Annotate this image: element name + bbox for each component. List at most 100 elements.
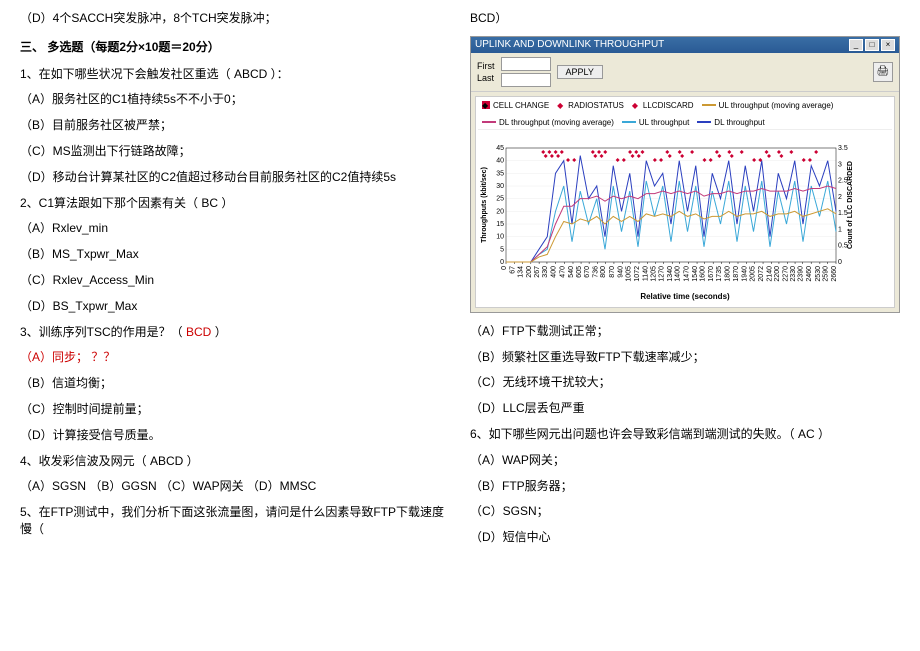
- svg-text:200: 200: [526, 266, 533, 278]
- svg-text:Throughputs (kbit/sec): Throughputs (kbit/sec): [481, 167, 488, 243]
- window-controls: _ □ ×: [849, 39, 895, 51]
- q2c: （C）Rxlev_Access_Min: [20, 272, 450, 289]
- q2b: （B）MS_Txpwr_Max: [20, 246, 450, 263]
- svg-text:330: 330: [542, 266, 549, 278]
- q5a: （A）FTP下载测试正常；: [470, 323, 900, 340]
- q3-text: 3、训练序列TSC的作用是？（: [20, 325, 186, 339]
- close-icon[interactable]: ×: [881, 39, 895, 51]
- svg-text:1205: 1205: [650, 266, 657, 282]
- legend-llc-discard: ◆LLCDISCARD: [632, 101, 694, 110]
- svg-text:15: 15: [496, 221, 504, 228]
- svg-text:1870: 1870: [733, 266, 740, 282]
- svg-text:1670: 1670: [708, 266, 715, 282]
- svg-text:1800: 1800: [724, 266, 731, 282]
- chart-window: UPLINK AND DOWNLINK THROUGHPUT _ □ × Fir…: [470, 36, 900, 313]
- svg-text:2390: 2390: [798, 266, 805, 282]
- svg-text:1: 1: [838, 226, 842, 233]
- last-input[interactable]: [501, 73, 551, 87]
- print-icon[interactable]: 🖨: [873, 62, 893, 82]
- legend-dl-ma-label: DL throughput (moving average): [499, 118, 614, 127]
- chart-titlebar: UPLINK AND DOWNLINK THROUGHPUT _ □ ×: [471, 37, 899, 53]
- svg-text:134: 134: [518, 266, 525, 278]
- legend-dl-ma: DL throughput (moving average): [482, 118, 614, 127]
- svg-text:1600: 1600: [699, 266, 706, 282]
- q3: 3、训练序列TSC的作用是？（ BCD ）: [20, 324, 450, 341]
- q1c: （C）MS监测出下行链路故障；: [20, 143, 450, 160]
- legend-cell-change-label: CELL CHANGE: [493, 101, 549, 110]
- svg-text:940: 940: [618, 266, 625, 278]
- first-input[interactable]: [501, 57, 551, 71]
- svg-text:0: 0: [500, 259, 504, 266]
- q5: 5、在FTP测试中，我们分析下面这张流量图，请问是什么因素导致FTP下载速度慢（: [20, 504, 450, 538]
- svg-text:2460: 2460: [806, 266, 813, 282]
- q2: 2、C1算法跟如下那个因素有关（ BC ）: [20, 195, 450, 212]
- q3-bcd: BCD: [186, 325, 215, 339]
- svg-text:2330: 2330: [790, 266, 797, 282]
- chart-legend: ◆CELL CHANGE ◆RADIOSTATUS ◆LLCDISCARD UL…: [478, 99, 892, 130]
- first-field: First Last: [477, 61, 495, 83]
- svg-text:1340: 1340: [667, 266, 674, 282]
- svg-text:2005: 2005: [750, 266, 757, 282]
- left-column: （D）4个SACCH突发脉冲，8个TCH突发脉冲； 三、 多选题（每题2分×10…: [0, 0, 460, 651]
- svg-text:800: 800: [600, 266, 607, 278]
- q6a: （A）WAP网关；: [470, 452, 900, 469]
- q6: 6、如下哪些网元出问题也许会导致彩信端到端测试的失败。（ AC ）: [470, 426, 900, 443]
- svg-text:Count of LLC DISCARDED: Count of LLC DISCARDED: [847, 161, 854, 249]
- apply-button[interactable]: APPLY: [557, 65, 603, 79]
- legend-radio-status-label: RADIOSTATUS: [568, 101, 624, 110]
- q1d: （D）移动台计算某社区的C2值超过移动台目前服务社区的C2值持续5s: [20, 169, 450, 186]
- legend-dl-label: DL throughput: [714, 118, 764, 127]
- svg-text:1470: 1470: [683, 266, 690, 282]
- section-title: 三、 多选题（每题2分×10题＝20分）: [20, 39, 450, 56]
- svg-text:2072: 2072: [758, 266, 765, 282]
- q1: 1、在如下哪些状况下会触发社区重选（ ABCD ）：: [20, 66, 450, 83]
- q6b: （B）FTP服务器；: [470, 478, 900, 495]
- legend-ul: UL throughput: [622, 118, 689, 127]
- svg-text:25: 25: [496, 195, 504, 202]
- q5-bcd: BCD）: [470, 10, 900, 27]
- svg-text:1735: 1735: [716, 266, 723, 282]
- svg-text:870: 870: [609, 266, 616, 278]
- chart-body: ◆CELL CHANGE ◆RADIOSTATUS ◆LLCDISCARD UL…: [475, 96, 895, 308]
- q3b: （B）信道均衡；: [20, 375, 450, 392]
- svg-text:1072: 1072: [634, 266, 641, 282]
- svg-text:2530: 2530: [815, 266, 822, 282]
- q4: 4、收发彩信波及网元（ ABCD ）: [20, 453, 450, 470]
- right-column: BCD） UPLINK AND DOWNLINK THROUGHPUT _ □ …: [460, 0, 920, 651]
- svg-text:1400: 1400: [675, 266, 682, 282]
- svg-text:1540: 1540: [692, 266, 699, 282]
- chart-svg: 05101520253035404500.511.522.533.5067134…: [478, 130, 858, 290]
- svg-text:3: 3: [838, 161, 842, 168]
- svg-text:2270: 2270: [783, 266, 790, 282]
- minimize-icon[interactable]: _: [849, 39, 863, 51]
- svg-text:67: 67: [509, 266, 516, 274]
- maximize-icon[interactable]: □: [865, 39, 879, 51]
- svg-text:40: 40: [496, 157, 504, 164]
- svg-text:605: 605: [576, 266, 583, 278]
- svg-text:2590: 2590: [822, 266, 829, 282]
- svg-text:30: 30: [496, 183, 504, 190]
- svg-text:400: 400: [551, 266, 558, 278]
- option-d-intro: （D）4个SACCH突发脉冲，8个TCH突发脉冲；: [20, 10, 450, 27]
- svg-text:2660: 2660: [831, 266, 838, 282]
- svg-text:267: 267: [534, 266, 541, 278]
- q3c: （C）控制时间提前量；: [20, 401, 450, 418]
- legend-ul-label: UL throughput: [639, 118, 689, 127]
- q3-end: ）: [215, 325, 227, 339]
- svg-text:1005: 1005: [626, 266, 633, 282]
- svg-text:5: 5: [500, 246, 504, 253]
- legend-ul-ma: UL throughput (moving average): [702, 101, 834, 110]
- svg-text:1140: 1140: [642, 266, 649, 281]
- svg-text:2200: 2200: [774, 266, 781, 282]
- svg-text:0: 0: [838, 259, 842, 266]
- svg-text:45: 45: [496, 145, 504, 152]
- legend-radio-status: ◆RADIOSTATUS: [557, 101, 624, 110]
- q2a: （A）Rxlev_min: [20, 220, 450, 237]
- svg-text:2: 2: [838, 194, 842, 201]
- svg-text:736: 736: [592, 266, 599, 278]
- legend-cell-change: ◆CELL CHANGE: [482, 101, 549, 110]
- q5c: （C）无线环境干扰较大；: [470, 374, 900, 391]
- inputs: [501, 57, 551, 87]
- chart-window-title: UPLINK AND DOWNLINK THROUGHPUT: [475, 39, 664, 50]
- svg-text:1270: 1270: [659, 266, 666, 282]
